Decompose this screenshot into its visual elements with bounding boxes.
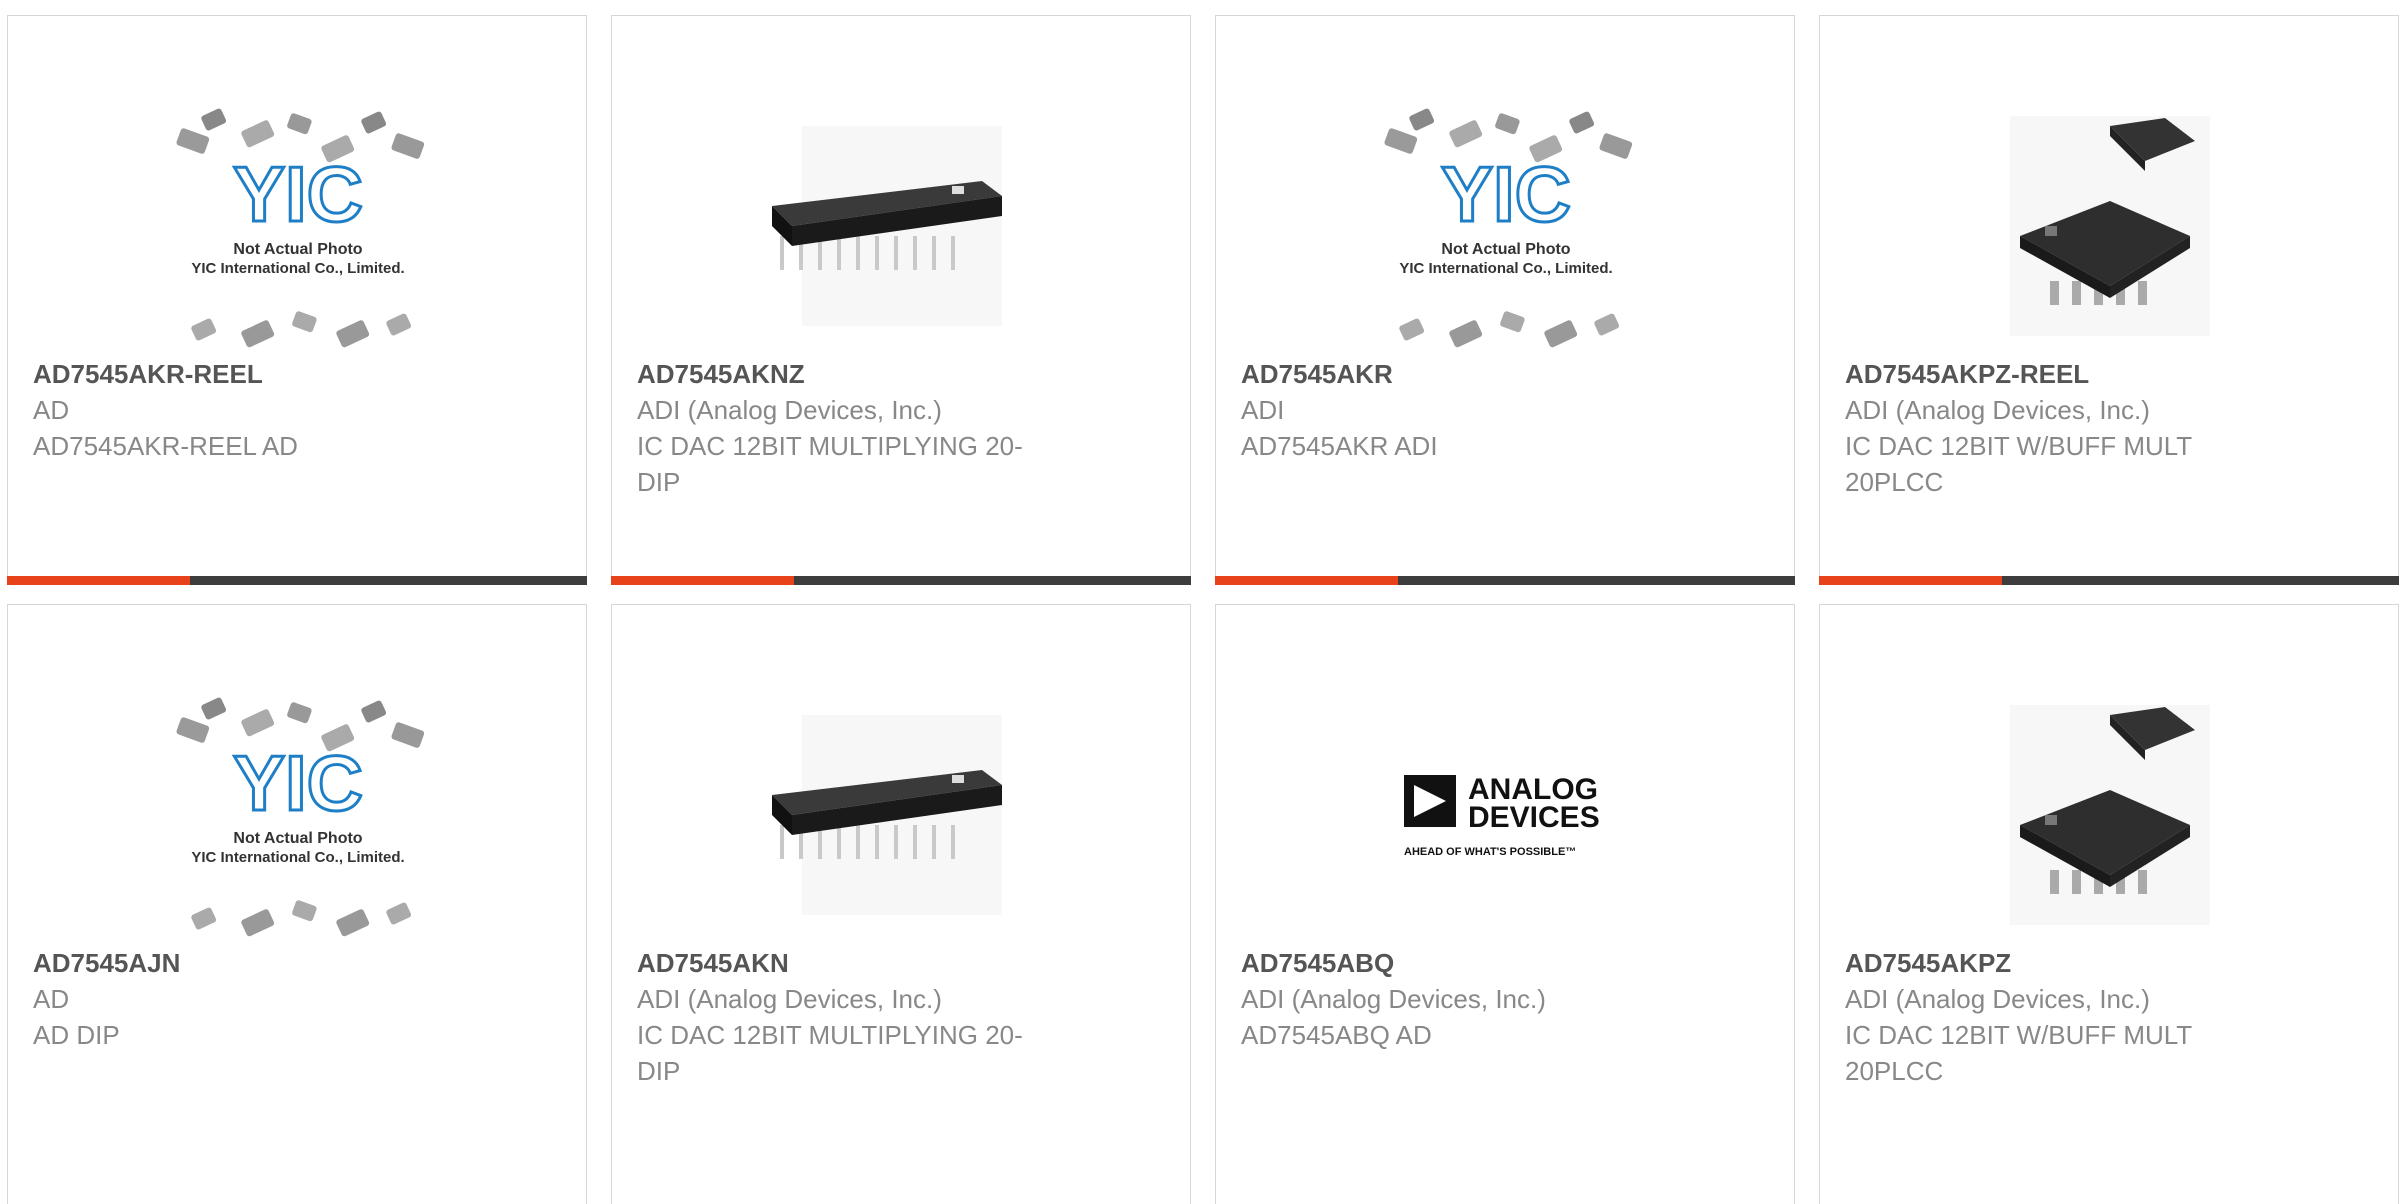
product-info: AD7545AKPZ ADI (Analog Devices, Inc.) IC… bbox=[1845, 945, 2378, 1089]
product-image[interactable] bbox=[752, 675, 1052, 955]
part-number-link[interactable]: AD7545AJN bbox=[33, 945, 566, 981]
product-card[interactable]: AD7545AKNZ ADI (Analog Devices, Inc.) IC… bbox=[611, 15, 1191, 585]
product-image[interactable]: YIC Not Actual Photo YIC International C… bbox=[148, 86, 448, 366]
manufacturer-text: ADI (Analog Devices, Inc.) bbox=[1845, 984, 2150, 1014]
part-number-link[interactable]: AD7545AKR-REEL bbox=[33, 356, 566, 392]
card-bottom-bar bbox=[1819, 576, 2399, 585]
product-card[interactable]: YIC Not Actual Photo YIC International C… bbox=[7, 15, 587, 585]
product-info: AD7545AJN AD AD DIP bbox=[33, 945, 566, 1053]
card-accent-bar bbox=[611, 576, 794, 585]
svg-text:Not Actual Photo: Not Actual Photo bbox=[233, 241, 362, 258]
product-info: AD7545AKPZ-REEL ADI (Analog Devices, Inc… bbox=[1845, 356, 2378, 500]
description-text: AD7545ABQ AD bbox=[1241, 1020, 1432, 1050]
description-text: AD DIP bbox=[33, 1020, 120, 1050]
part-number-link[interactable]: AD7545ABQ bbox=[1241, 945, 1774, 981]
product-grid: YIC Not Actual Photo YIC International C… bbox=[0, 0, 2400, 1204]
manufacturer-text: ADI (Analog Devices, Inc.) bbox=[637, 984, 942, 1014]
product-info: AD7545AKNZ ADI (Analog Devices, Inc.) IC… bbox=[637, 356, 1170, 500]
manufacturer-text: AD bbox=[33, 984, 70, 1014]
svg-text:YIC International Co., Limited: YIC International Co., Limited. bbox=[191, 260, 404, 277]
description-text: IC DAC 12BIT W/BUFF MULT 20PLCC bbox=[1845, 431, 2192, 497]
product-image[interactable] bbox=[1960, 675, 2260, 955]
svg-text:YIC International Co., Limited: YIC International Co., Limited. bbox=[191, 849, 404, 866]
product-image[interactable]: ANALOG DEVICES AHEAD OF WHAT'S POSSIBLE™ bbox=[1356, 675, 1656, 955]
svg-text:Not Actual Photo: Not Actual Photo bbox=[233, 830, 362, 847]
product-info: AD7545AKN ADI (Analog Devices, Inc.) IC … bbox=[637, 945, 1170, 1089]
product-card[interactable]: AD7545AKN ADI (Analog Devices, Inc.) IC … bbox=[611, 604, 1191, 1204]
svg-text:DEVICES: DEVICES bbox=[1468, 801, 1600, 834]
part-number-link[interactable]: AD7545AKPZ bbox=[1845, 945, 2378, 981]
part-number-link[interactable]: AD7545AKR bbox=[1241, 356, 1774, 392]
card-accent-bar bbox=[1819, 576, 2002, 585]
manufacturer-text: ADI (Analog Devices, Inc.) bbox=[1845, 395, 2150, 425]
product-info: AD7545AKR-REEL AD AD7545AKR-REEL AD bbox=[33, 356, 566, 464]
card-accent-bar bbox=[7, 576, 190, 585]
description-text: IC DAC 12BIT MULTIPLYING 20-DIP bbox=[637, 431, 1023, 497]
manufacturer-text: ADI (Analog Devices, Inc.) bbox=[1241, 984, 1546, 1014]
product-image[interactable]: YIC Not Actual Photo YIC International C… bbox=[148, 675, 448, 955]
card-bottom-bar bbox=[1215, 576, 1795, 585]
svg-text:YIC: YIC bbox=[233, 150, 363, 238]
card-bottom-bar bbox=[611, 576, 1191, 585]
svg-text:Not Actual Photo: Not Actual Photo bbox=[1441, 241, 1570, 258]
product-image[interactable]: YIC Not Actual Photo YIC International C… bbox=[1356, 86, 1656, 366]
product-card[interactable]: AD7545AKPZ-REEL ADI (Analog Devices, Inc… bbox=[1819, 15, 2399, 585]
product-image[interactable] bbox=[752, 86, 1052, 366]
part-number-link[interactable]: AD7545AKN bbox=[637, 945, 1170, 981]
manufacturer-text: ADI (Analog Devices, Inc.) bbox=[637, 395, 942, 425]
part-number-link[interactable]: AD7545AKNZ bbox=[637, 356, 1170, 392]
card-bottom-bar bbox=[7, 576, 587, 585]
product-card[interactable]: YIC Not Actual Photo YIC International C… bbox=[7, 604, 587, 1204]
description-text: AD7545AKR ADI bbox=[1241, 431, 1438, 461]
manufacturer-text: AD bbox=[33, 395, 70, 425]
description-text: AD7545AKR-REEL AD bbox=[33, 431, 298, 461]
svg-text:YIC: YIC bbox=[233, 739, 363, 827]
product-info: AD7545AKR ADI AD7545AKR ADI bbox=[1241, 356, 1774, 464]
svg-text:YIC: YIC bbox=[1441, 150, 1571, 238]
product-image[interactable] bbox=[1960, 86, 2260, 366]
card-accent-bar bbox=[1215, 576, 1398, 585]
part-number-link[interactable]: AD7545AKPZ-REEL bbox=[1845, 356, 2378, 392]
manufacturer-text: ADI bbox=[1241, 395, 1285, 425]
svg-text:AHEAD OF WHAT'S POSSIBLE™: AHEAD OF WHAT'S POSSIBLE™ bbox=[1404, 846, 1576, 858]
product-card[interactable]: YIC Not Actual Photo YIC International C… bbox=[1215, 15, 1795, 585]
product-info: AD7545ABQ ADI (Analog Devices, Inc.) AD7… bbox=[1241, 945, 1774, 1053]
description-text: IC DAC 12BIT MULTIPLYING 20-DIP bbox=[637, 1020, 1023, 1086]
product-card[interactable]: ANALOG DEVICES AHEAD OF WHAT'S POSSIBLE™… bbox=[1215, 604, 1795, 1204]
product-card[interactable]: AD7545AKPZ ADI (Analog Devices, Inc.) IC… bbox=[1819, 604, 2399, 1204]
description-text: IC DAC 12BIT W/BUFF MULT 20PLCC bbox=[1845, 1020, 2192, 1086]
svg-text:YIC International Co., Limited: YIC International Co., Limited. bbox=[1399, 260, 1612, 277]
